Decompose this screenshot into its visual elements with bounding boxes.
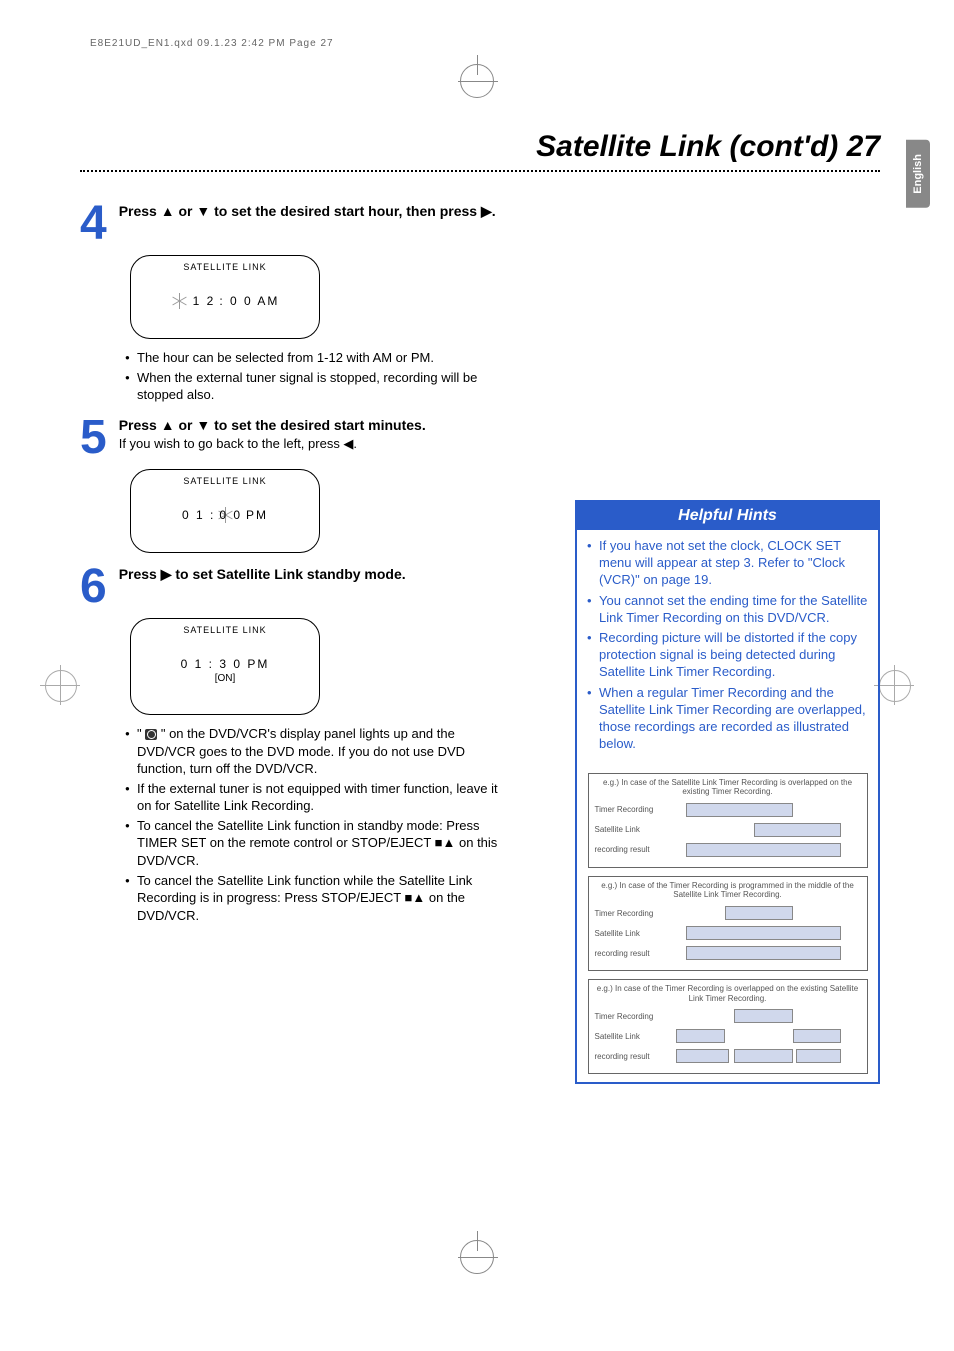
bullet-item: When the external tuner signal is stoppe…: [125, 369, 510, 404]
diagram-row-label: Timer Recording: [595, 1012, 667, 1021]
diagram-row-label: Satellite Link: [595, 825, 667, 834]
diagram-track: [667, 823, 861, 837]
bullet-item: The hour can be selected from 1-12 with …: [125, 349, 510, 367]
diagram-track: [667, 946, 861, 960]
registration-mark-left: [40, 665, 80, 705]
print-header: E8E21UD_EN1.qxd 09.1.23 2:42 PM Page 27: [90, 38, 334, 49]
diagram-bar: [686, 946, 841, 960]
diagram-row: recording result: [595, 944, 861, 962]
osd-status: [ON]: [141, 673, 309, 684]
step-instruction: Press ▲ or ▼ to set the desired start mi…: [119, 416, 510, 434]
osd-screen-step4: SATELLITE LINK 1 2 : 0 0 AM: [130, 255, 320, 339]
diagram-track: [667, 843, 861, 857]
registration-mark-bottom: [460, 1240, 494, 1274]
osd-time-display: 0 1 : 0 0 PM: [141, 508, 309, 522]
diagram-row: recording result: [595, 841, 861, 859]
diagram-track: [667, 1009, 861, 1023]
bullet-item: To cancel the Satellite Link function wh…: [125, 872, 510, 925]
timing-diagrams: e.g.) In case of the Satellite Link Time…: [577, 773, 878, 1075]
diagram-track: [667, 926, 861, 940]
timing-diagram: e.g.) In case of the Satellite Link Time…: [588, 773, 868, 868]
step-subtext: If you wish to go back to the left, pres…: [119, 436, 510, 452]
diagram-row: Satellite Link: [595, 821, 861, 839]
diagram-row: Satellite Link: [595, 1027, 861, 1045]
step-number: 6: [80, 565, 107, 608]
osd-screen-step6: SATELLITE LINK 0 1 : 3 0 PM [ON]: [130, 618, 320, 715]
timing-diagram: e.g.) In case of the Timer Recording is …: [588, 979, 868, 1074]
step-number: 4: [80, 202, 107, 245]
diagram-row-label: Timer Recording: [595, 909, 667, 918]
osd-screen-step5: SATELLITE LINK 0 1 : 0 0 PM: [130, 469, 320, 553]
diagram-track: [667, 1029, 861, 1043]
clock-icon: [145, 729, 157, 740]
diagram-row: Timer Recording: [595, 801, 861, 819]
diagram-bar: [734, 1049, 792, 1063]
step-number: 5: [80, 416, 107, 459]
bullet-item: To cancel the Satellite Link function in…: [125, 817, 510, 870]
step-4: 4 Press ▲ or ▼ to set the desired start …: [80, 202, 510, 245]
highlight-rays-icon: [171, 294, 189, 308]
diagram-bar: [686, 926, 841, 940]
osd-title: SATELLITE LINK: [141, 625, 309, 635]
osd-title: SATELLITE LINK: [141, 262, 309, 272]
step6-bullets: " " on the DVD/VCR's display panel light…: [125, 725, 510, 924]
bullet-item: If the external tuner is not equipped wi…: [125, 780, 510, 815]
diagram-caption: e.g.) In case of the Timer Recording is …: [595, 984, 861, 1003]
diagram-row-label: Timer Recording: [595, 805, 667, 814]
diagram-caption: e.g.) In case of the Timer Recording is …: [595, 881, 861, 900]
step-instruction: Press ▲ or ▼ to set the desired start ho…: [119, 202, 510, 220]
diagram-caption: e.g.) In case of the Satellite Link Time…: [595, 778, 861, 797]
osd-time-display: 1 2 : 0 0 AM: [141, 294, 309, 308]
title-divider: [80, 170, 880, 172]
diagram-bar: [734, 1009, 792, 1023]
hints-list: If you have not set the clock, CLOCK SET…: [577, 530, 878, 765]
diagram-row: recording result: [595, 1047, 861, 1065]
diagram-row-label: recording result: [595, 949, 667, 958]
step-5: 5 Press ▲ or ▼ to set the desired start …: [80, 416, 510, 459]
registration-mark-right: [874, 665, 914, 705]
helpful-hints-box: Helpful Hints If you have not set the cl…: [575, 500, 880, 1084]
step-instruction: Press ▶ to set Satellite Link standby mo…: [119, 565, 510, 583]
diagram-bar: [796, 1049, 841, 1063]
diagram-bar: [754, 823, 841, 837]
diagram-row-label: recording result: [595, 845, 667, 854]
hint-item: You cannot set the ending time for the S…: [587, 593, 868, 627]
diagram-bar: [686, 803, 793, 817]
diagram-row: Timer Recording: [595, 1007, 861, 1025]
diagram-bar: [676, 1049, 728, 1063]
page-title: Satellite Link (cont'd) 27: [80, 130, 880, 164]
diagram-row-label: Satellite Link: [595, 929, 667, 938]
diagram-bar: [676, 1029, 725, 1043]
step-6: 6 Press ▶ to set Satellite Link standby …: [80, 565, 510, 608]
language-tab: English: [906, 140, 930, 208]
bullet-item: " " on the DVD/VCR's display panel light…: [125, 725, 510, 778]
diagram-row-label: Satellite Link: [595, 1032, 667, 1041]
diagram-row: Timer Recording: [595, 904, 861, 922]
diagram-bar: [686, 843, 841, 857]
diagram-row-label: recording result: [595, 1052, 667, 1061]
timing-diagram: e.g.) In case of the Timer Recording is …: [588, 876, 868, 971]
diagram-track: [667, 906, 861, 920]
hints-title: Helpful Hints: [577, 502, 878, 530]
osd-time-display: 0 1 : 3 0 PM: [141, 657, 309, 671]
diagram-bar: [793, 1029, 842, 1043]
step4-bullets: The hour can be selected from 1-12 with …: [125, 349, 510, 404]
diagram-track: [667, 803, 861, 817]
diagram-bar: [725, 906, 793, 920]
hint-item: Recording picture will be distorted if t…: [587, 630, 868, 681]
hint-item: When a regular Timer Recording and the S…: [587, 685, 868, 753]
diagram-row: Satellite Link: [595, 924, 861, 942]
diagram-track: [667, 1049, 861, 1063]
osd-title: SATELLITE LINK: [141, 476, 309, 486]
hint-item: If you have not set the clock, CLOCK SET…: [587, 538, 868, 589]
